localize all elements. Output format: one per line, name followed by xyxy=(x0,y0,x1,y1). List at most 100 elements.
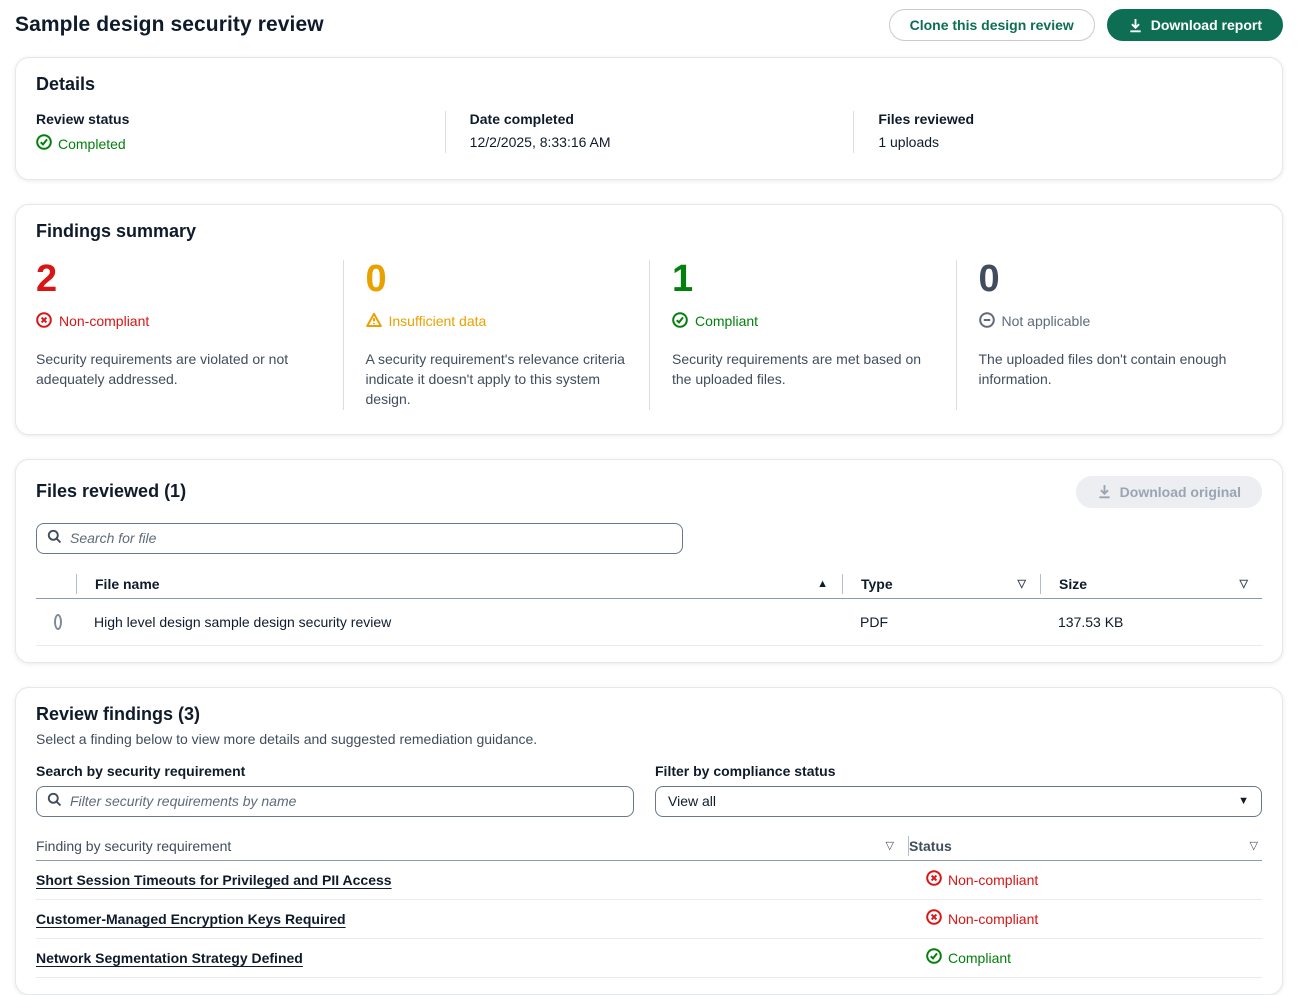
finding-status-cell: Compliant xyxy=(908,948,1262,967)
file-search-box xyxy=(36,523,683,554)
summary-compliant: 1 Compliant Security requirements are me… xyxy=(649,260,956,410)
files-reviewed-card: Files reviewed (1) Download original Fil… xyxy=(15,459,1283,663)
radio-button-icon[interactable] xyxy=(54,614,62,630)
files-reviewed-label: Files reviewed xyxy=(878,111,1238,127)
file-size-cell: 137.53 KB xyxy=(1040,614,1262,630)
non-compliant-label: Non-compliant xyxy=(59,313,149,329)
summary-not-applicable: 0 Not applicable The uploaded files don'… xyxy=(956,260,1263,410)
sort-descending-icon[interactable]: ▽ xyxy=(1240,577,1248,590)
files-reviewed-value: 1 uploads xyxy=(878,134,1238,150)
finding-link[interactable]: Customer-Managed Encryption Keys Require… xyxy=(36,911,346,927)
download-icon xyxy=(1128,18,1143,33)
finding-link[interactable]: Short Session Timeouts for Privileged an… xyxy=(36,872,392,888)
requirement-search-input[interactable] xyxy=(70,793,623,809)
status-badge: Non-compliant xyxy=(926,870,1038,889)
review-status-value: Completed xyxy=(36,134,126,153)
summary-insufficient-data: 0 Insufficient data A security requireme… xyxy=(343,260,650,410)
search-requirement-label: Search by security requirement xyxy=(36,763,634,779)
finding-column-header[interactable]: Finding by security requirement ▽ xyxy=(36,836,908,856)
warning-triangle-icon xyxy=(366,312,382,331)
compliant-description: Security requirements are met based on t… xyxy=(672,349,934,390)
type-column-label: Type xyxy=(861,576,893,592)
type-column-header[interactable]: Type ▽ xyxy=(842,574,1040,594)
clone-review-label: Clone this design review xyxy=(910,17,1074,33)
findings-table-header: Finding by security requirement ▽ Status… xyxy=(36,832,1262,861)
not-applicable-status: Not applicable xyxy=(979,312,1091,331)
finding-status-cell: Non-compliant xyxy=(908,870,1262,889)
file-name-cell: High level design sample design security… xyxy=(76,614,842,630)
check-circle-icon xyxy=(672,312,688,331)
finding-column-label: Finding by security requirement xyxy=(36,838,231,854)
compliance-status-select[interactable]: View all ▼ xyxy=(655,786,1262,817)
date-completed-field: Date completed 12/2/2025, 8:33:16 AM xyxy=(445,111,854,153)
compliant-count: 1 xyxy=(672,260,934,300)
search-requirement-field: Search by security requirement xyxy=(36,763,634,817)
file-name-column-header[interactable]: File name ▲ xyxy=(76,574,842,594)
finding-link[interactable]: Network Segmentation Strategy Defined xyxy=(36,950,303,966)
files-table-header: File name ▲ Type ▽ Size ▽ xyxy=(36,570,1262,599)
page: Sample design security review Clone this… xyxy=(0,0,1298,995)
x-circle-icon xyxy=(926,909,942,928)
date-completed-value: 12/2/2025, 8:33:16 AM xyxy=(470,134,830,150)
sort-descending-icon[interactable]: ▽ xyxy=(1250,839,1258,852)
clone-review-button[interactable]: Clone this design review xyxy=(889,9,1095,41)
size-column-label: Size xyxy=(1059,576,1087,592)
compliant-status: Compliant xyxy=(672,312,758,331)
compliance-filter-field: Filter by compliance status View all ▼ xyxy=(655,763,1262,817)
findings-summary-heading: Findings summary xyxy=(36,221,1262,242)
insufficient-data-count: 0 xyxy=(366,260,628,300)
chevron-down-icon: ▼ xyxy=(1238,795,1249,807)
findings-summary-grid: 2 Non-compliant Security requirements ar… xyxy=(36,260,1262,418)
download-report-button[interactable]: Download report xyxy=(1107,9,1283,41)
search-icon xyxy=(47,792,62,810)
compliance-filter-label: Filter by compliance status xyxy=(655,763,1262,779)
not-applicable-count: 0 xyxy=(979,260,1241,300)
not-applicable-description: The uploaded files don't contain enough … xyxy=(979,349,1241,390)
status-badge: Compliant xyxy=(926,948,1011,967)
x-circle-icon xyxy=(36,312,52,331)
review-status-text: Completed xyxy=(58,136,126,152)
sort-descending-icon[interactable]: ▽ xyxy=(1018,577,1026,590)
download-original-button[interactable]: Download original xyxy=(1076,476,1262,508)
compliance-filter-value: View all xyxy=(668,793,716,809)
details-grid: Review status Completed Date completed 1… xyxy=(36,111,1262,163)
page-title: Sample design security review xyxy=(15,13,324,37)
files-reviewed-header: Files reviewed (1) Download original xyxy=(36,476,1262,508)
findings-filters: Search by security requirement Filter by… xyxy=(36,763,1262,817)
status-text: Non-compliant xyxy=(948,911,1038,927)
page-header: Sample design security review Clone this… xyxy=(15,0,1283,57)
finding-name-cell: Short Session Timeouts for Privileged an… xyxy=(36,872,908,888)
download-report-label: Download report xyxy=(1151,17,1262,33)
selection-column-header xyxy=(36,574,76,594)
insufficient-data-status: Insufficient data xyxy=(366,312,487,331)
finding-name-cell: Customer-Managed Encryption Keys Require… xyxy=(36,911,908,927)
size-column-header[interactable]: Size ▽ xyxy=(1040,574,1262,594)
details-heading: Details xyxy=(36,74,1262,95)
sort-descending-icon[interactable]: ▽ xyxy=(886,839,894,852)
finding-row[interactable]: Short Session Timeouts for Privileged an… xyxy=(36,861,1262,900)
non-compliant-count: 2 xyxy=(36,260,321,300)
review-status-label: Review status xyxy=(36,111,421,127)
file-search-input[interactable] xyxy=(70,530,672,546)
requirement-search-box xyxy=(36,786,634,817)
finding-name-cell: Network Segmentation Strategy Defined xyxy=(36,950,908,966)
search-icon xyxy=(47,529,62,547)
review-status-field: Review status Completed xyxy=(36,111,445,153)
sort-ascending-icon[interactable]: ▲ xyxy=(817,578,828,590)
date-completed-label: Date completed xyxy=(470,111,830,127)
compliant-label: Compliant xyxy=(695,313,758,329)
finding-row[interactable]: Customer-Managed Encryption Keys Require… xyxy=(36,900,1262,939)
review-findings-card: Review findings (3) Select a finding bel… xyxy=(15,687,1283,995)
files-reviewed-heading: Files reviewed (1) xyxy=(36,481,186,502)
finding-row[interactable]: Network Segmentation Strategy Defined Co… xyxy=(36,939,1262,978)
status-column-label: Status xyxy=(909,838,952,854)
review-findings-description: Select a finding below to view more deta… xyxy=(36,731,1262,747)
insufficient-data-description: A security requirement's relevance crite… xyxy=(366,349,628,410)
insufficient-data-label: Insufficient data xyxy=(389,313,487,329)
minus-circle-icon xyxy=(979,312,995,331)
status-column-header[interactable]: Status ▽ xyxy=(908,836,1262,856)
files-reviewed-field: Files reviewed 1 uploads xyxy=(853,111,1262,153)
x-circle-icon xyxy=(926,870,942,889)
file-table-row[interactable]: High level design sample design security… xyxy=(36,599,1262,646)
row-select-cell xyxy=(36,614,76,630)
